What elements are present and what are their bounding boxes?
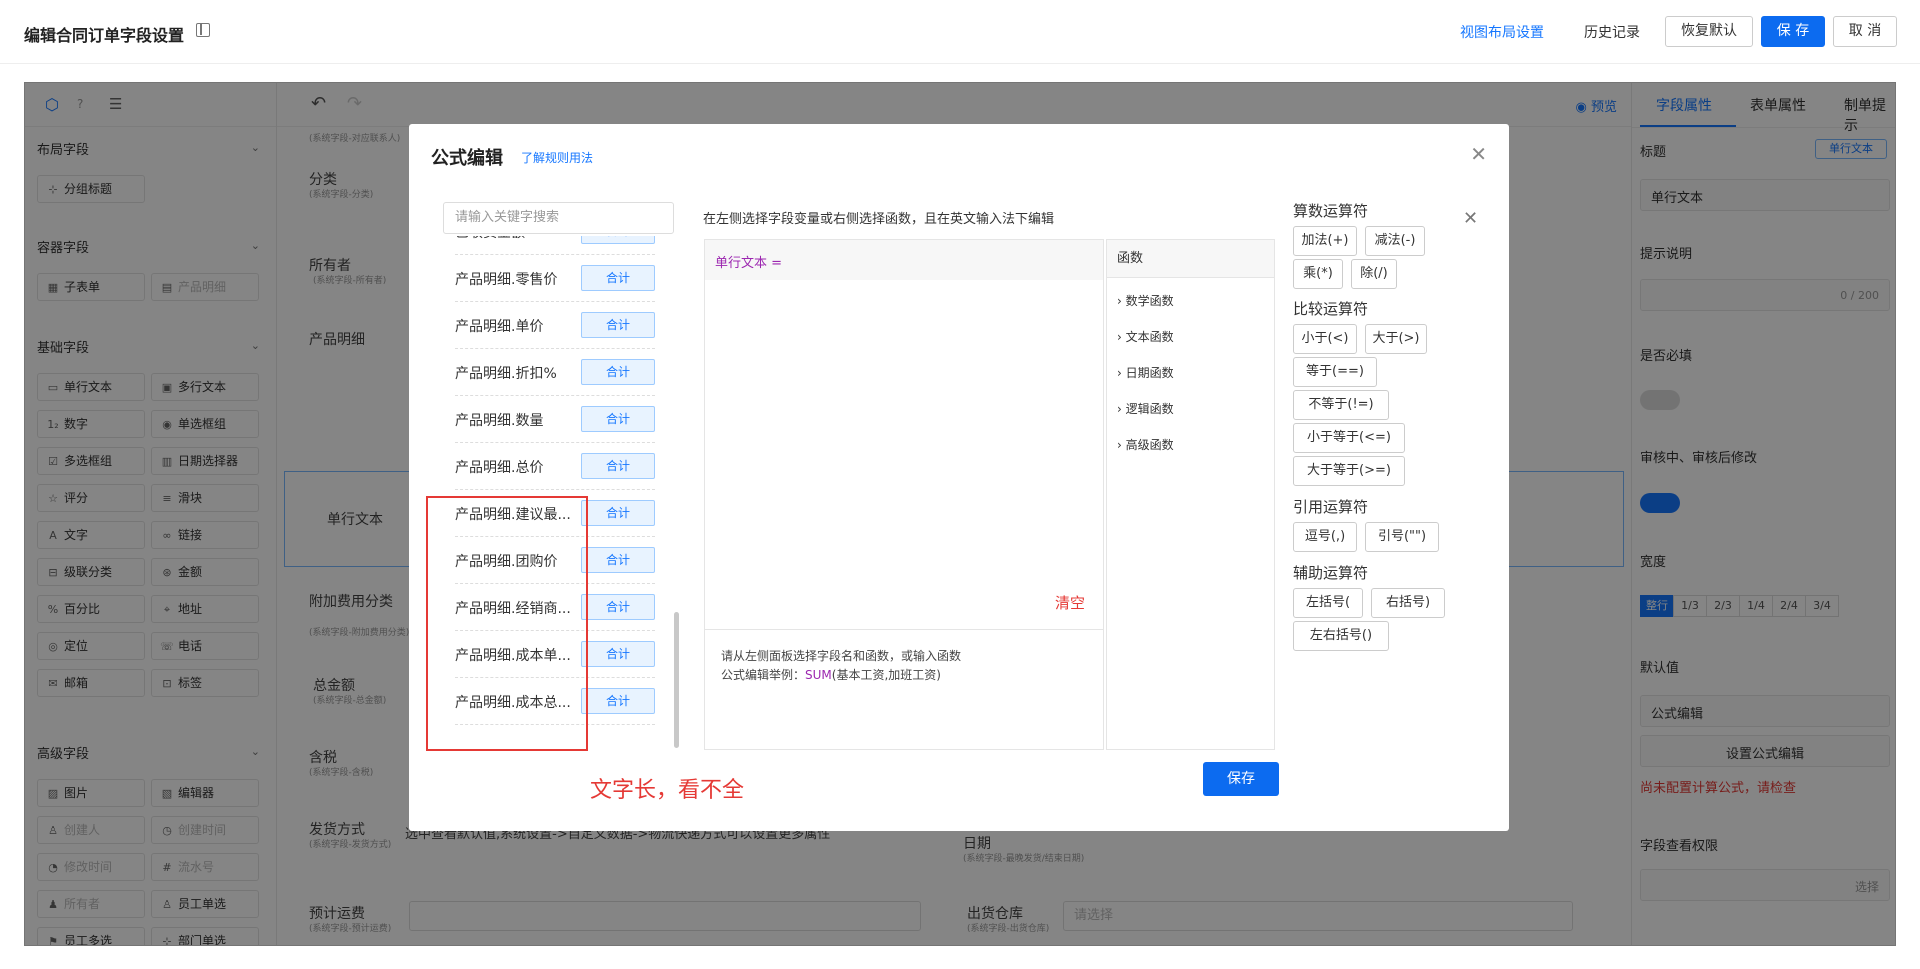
operator-button[interactable]: 除(/) — [1351, 259, 1397, 289]
variable-item[interactable]: 产品明细.数量 合计 — [455, 396, 655, 443]
function-panel: 函数 › 数学函数 › 文本函数 › 日期函数 › 逻辑函数 › 高级函数 — [1106, 239, 1275, 750]
variable-item[interactable]: 产品明细.总价 合计 — [455, 443, 655, 490]
variable-sum-tag[interactable]: 合计 — [581, 265, 655, 291]
operator-section-title: 引用运算符 — [1293, 498, 1369, 516]
operator-button[interactable]: 大于等于(>=) — [1293, 456, 1405, 486]
variable-sum-tag[interactable]: 合计 — [581, 500, 655, 526]
operator-button[interactable]: 加法(+) — [1293, 226, 1357, 256]
variable-sum-tag[interactable]: 合计 — [581, 594, 655, 620]
function-category[interactable]: › 逻辑函数 — [1117, 400, 1174, 417]
page-title: 编辑合同订单字段设置 — [24, 26, 185, 45]
variable-sum-tag[interactable]: 合计 — [581, 359, 655, 385]
function-panel-header: 函数 — [1107, 240, 1274, 278]
variable-sum-tag[interactable]: 合计 — [581, 547, 655, 573]
function-category-label: 数学函数 — [1125, 294, 1174, 308]
formula-editor: 单行文本 = 清空 请从左侧面板选择字段名和函数，或输入函数 公式编辑举例：SU… — [704, 239, 1104, 750]
operator-button[interactable]: 乘(*) — [1293, 259, 1343, 289]
variable-name: 产品明细.数量 — [455, 413, 544, 429]
operator-section-title: 比较运算符 — [1293, 300, 1369, 318]
function-category[interactable]: › 高级函数 — [1117, 436, 1174, 453]
operator-button[interactable]: 不等于(!=) — [1293, 390, 1389, 420]
operator-button[interactable]: 等于(==) — [1293, 357, 1377, 387]
editor-help-line1: 请从左侧面板选择字段名和函数，或输入函数 — [721, 649, 962, 663]
variable-name: 已收货金额 — [455, 236, 575, 242]
operator-section-title: 算数运算符 — [1293, 202, 1369, 220]
variable-name: 产品明细.总价 — [455, 460, 544, 476]
function-category-label: 高级函数 — [1125, 438, 1174, 452]
variable-sum-tag[interactable]: 合计 — [581, 406, 655, 432]
help-example-prefix: 公式编辑举例： — [721, 668, 806, 682]
function-category-label: 逻辑函数 — [1125, 402, 1174, 416]
variable-list-scrollbar[interactable] — [674, 612, 679, 748]
variable-item[interactable]: 产品明细.折扣% 合计 — [455, 349, 655, 396]
operator-button[interactable]: 小于(<) — [1293, 324, 1357, 354]
operator-button[interactable]: 逗号(,) — [1293, 522, 1357, 552]
formula-input-area[interactable]: 单行文本 = 清空 — [705, 240, 1103, 630]
variable-name: 产品明细.折扣% — [455, 366, 557, 382]
clear-button[interactable]: 清空 — [1055, 592, 1085, 613]
operator-button[interactable]: 左右括号() — [1293, 621, 1389, 651]
operator-button[interactable]: 右括号) — [1371, 588, 1445, 618]
function-category[interactable]: › 数学函数 — [1117, 292, 1174, 309]
chevron-right-icon: › — [1117, 294, 1126, 308]
variable-name: 产品明细.零售价 — [455, 272, 558, 288]
rules-help-link[interactable]: 了解规则用法 — [521, 149, 593, 166]
variable-item[interactable]: 已收货金额合计 — [455, 236, 655, 255]
operator-button[interactable]: 大于(>) — [1365, 324, 1427, 354]
annotation-text: 文字长，看不全 — [590, 778, 745, 803]
function-category-label: 文本函数 — [1125, 330, 1174, 344]
help-example-args: (基本工资,加班工资) — [831, 668, 941, 682]
variable-name: 产品明细.单价 — [455, 319, 544, 335]
operator-button[interactable]: 左括号( — [1293, 588, 1363, 618]
save-button[interactable]: 保 存 — [1761, 16, 1825, 47]
chevron-right-icon: › — [1117, 402, 1126, 416]
variable-sum-tag[interactable]: 合计 — [581, 236, 655, 244]
variable-sum-tag[interactable]: 合计 — [581, 688, 655, 714]
variable-sum-tag[interactable]: 合计 — [581, 641, 655, 667]
chevron-right-icon: › — [1117, 366, 1126, 380]
dialog-title: 公式编辑 — [431, 148, 503, 169]
editor-help-line2: 公式编辑举例：SUM(基本工资,加班工资) — [721, 666, 941, 683]
help-example-fn: SUM — [805, 668, 832, 682]
variable-search-input[interactable]: 请输入关键字搜索 — [443, 202, 674, 234]
top-bar: 编辑合同订单字段设置 视图布局设置 历史记录 恢复默认 保 存 取 消 — [0, 0, 1920, 64]
operator-button[interactable]: 引号("") — [1365, 522, 1439, 552]
operator-panel-close-icon[interactable]: ✕ — [1463, 208, 1478, 229]
layout-icon[interactable] — [196, 23, 210, 37]
function-category[interactable]: › 日期函数 — [1117, 364, 1174, 381]
close-icon[interactable]: ✕ — [1470, 142, 1487, 166]
dialog-save-button[interactable]: 保存 — [1203, 762, 1279, 796]
function-category[interactable]: › 文本函数 — [1117, 328, 1174, 345]
chevron-right-icon: › — [1117, 330, 1126, 344]
variable-item[interactable]: 产品明细.零售价 合计 — [455, 255, 655, 302]
variable-sum-tag[interactable]: 合计 — [581, 312, 655, 338]
view-layout-link[interactable]: 视图布局设置 — [1460, 22, 1544, 42]
operator-section-title: 辅助运算符 — [1293, 564, 1369, 582]
annotation-box — [426, 496, 588, 751]
variable-sum-tag[interactable]: 合计 — [581, 453, 655, 479]
chevron-right-icon: › — [1117, 438, 1126, 452]
editor-hint: 在左侧选择字段变量或右侧选择函数，且在英文输入法下编辑 — [703, 212, 1055, 227]
operator-button[interactable]: 减法(-) — [1365, 226, 1425, 256]
operator-button[interactable]: 小于等于(<=) — [1293, 423, 1405, 453]
restore-default-button[interactable]: 恢复默认 — [1665, 16, 1753, 47]
variable-item[interactable]: 产品明细.单价 合计 — [455, 302, 655, 349]
function-category-label: 日期函数 — [1125, 366, 1174, 380]
formula-expression: 单行文本 = — [715, 256, 783, 271]
cancel-button[interactable]: 取 消 — [1833, 16, 1897, 47]
history-link[interactable]: 历史记录 — [1584, 22, 1640, 42]
